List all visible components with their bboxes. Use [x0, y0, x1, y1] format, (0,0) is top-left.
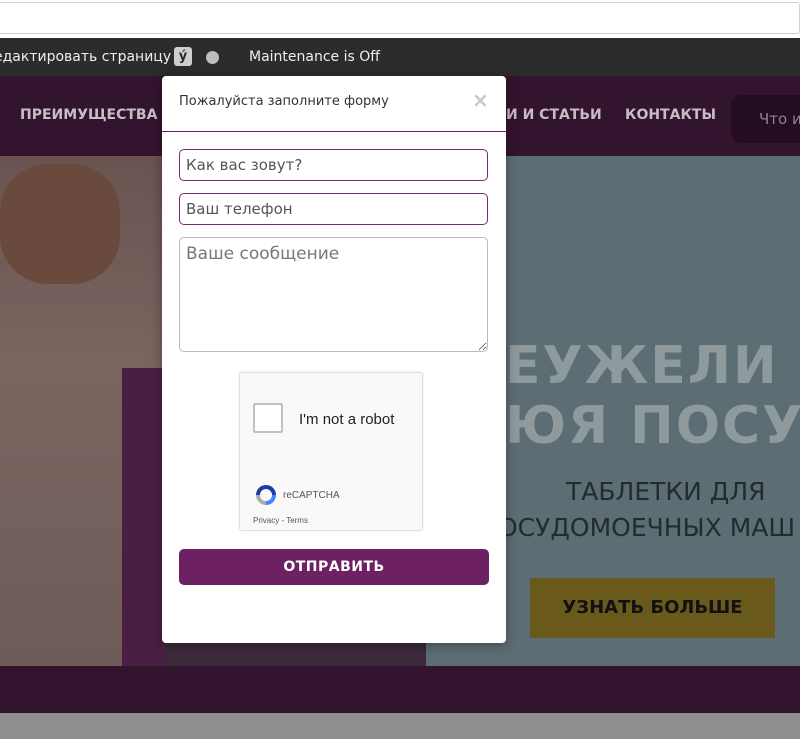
nav-item-advantages[interactable]: ПРЕИМУЩЕСТВА: [20, 107, 157, 123]
hero-sub-line1: ТАБЛЕТКИ ДЛЯ: [566, 477, 766, 506]
hero-subheading: ТАБЛЕТКИ ДЛЯ ОСУДОМОЕЧНЫХ МАШ: [498, 474, 795, 546]
recaptcha-label: I'm not a robot: [299, 411, 395, 428]
contact-form-modal: Пожалуйста заполните форму × I'm not a r…: [162, 76, 506, 643]
recaptcha-widget: I'm not a robot reCAPTCHA Privacy - Term…: [239, 372, 423, 531]
hair-curlers-image: [0, 164, 120, 284]
yoast-seo-icon[interactable]: ý: [174, 47, 192, 66]
learn-more-button[interactable]: УЗНАТЬ БОЛЬШЕ: [530, 578, 775, 638]
address-bar[interactable]: [0, 2, 800, 34]
search-placeholder: Что и: [759, 110, 800, 128]
nav-item-contacts[interactable]: КОНТАКТЫ: [625, 107, 716, 123]
submit-button[interactable]: ОТПРАВИТЬ: [179, 549, 489, 585]
message-field[interactable]: [179, 237, 488, 352]
recaptcha-brand: reCAPTCHA: [283, 490, 340, 501]
seo-status-dot-icon: [206, 51, 219, 64]
modal-header-divider: [162, 131, 506, 132]
page-overlay-bottom: [0, 713, 800, 739]
modal-title: Пожалуйста заполните форму: [179, 94, 389, 109]
admin-bar: едактировать страницу ý Maintenance is O…: [0, 38, 800, 76]
hero-headline: ЕУЖЕЛИ ЭТ ЮЯ ПОСУД: [505, 336, 800, 456]
phone-field[interactable]: [179, 193, 488, 225]
browser-address-area: [0, 0, 800, 38]
recaptcha-checkbox[interactable]: [253, 403, 283, 433]
edit-page-link[interactable]: едактировать страницу: [0, 49, 171, 65]
hero-sub-line2: ОСУДОМОЕЧНЫХ МАШ: [498, 513, 796, 542]
nav-item-articles[interactable]: И И СТАТЬИ: [506, 107, 602, 123]
search-input[interactable]: Что и: [731, 95, 800, 143]
name-field[interactable]: [179, 149, 488, 181]
recaptcha-logo-icon: [256, 485, 276, 505]
recaptcha-privacy-terms-link[interactable]: Privacy - Terms: [253, 516, 308, 525]
hero-headline-line2: ЮЯ ПОСУД: [505, 396, 800, 456]
footer-strip: [0, 666, 800, 713]
maintenance-status[interactable]: Maintenance is Off: [249, 49, 380, 65]
hero-headline-line1: ЕУЖЕЛИ ЭТ: [505, 336, 800, 396]
close-icon[interactable]: ×: [472, 88, 489, 112]
